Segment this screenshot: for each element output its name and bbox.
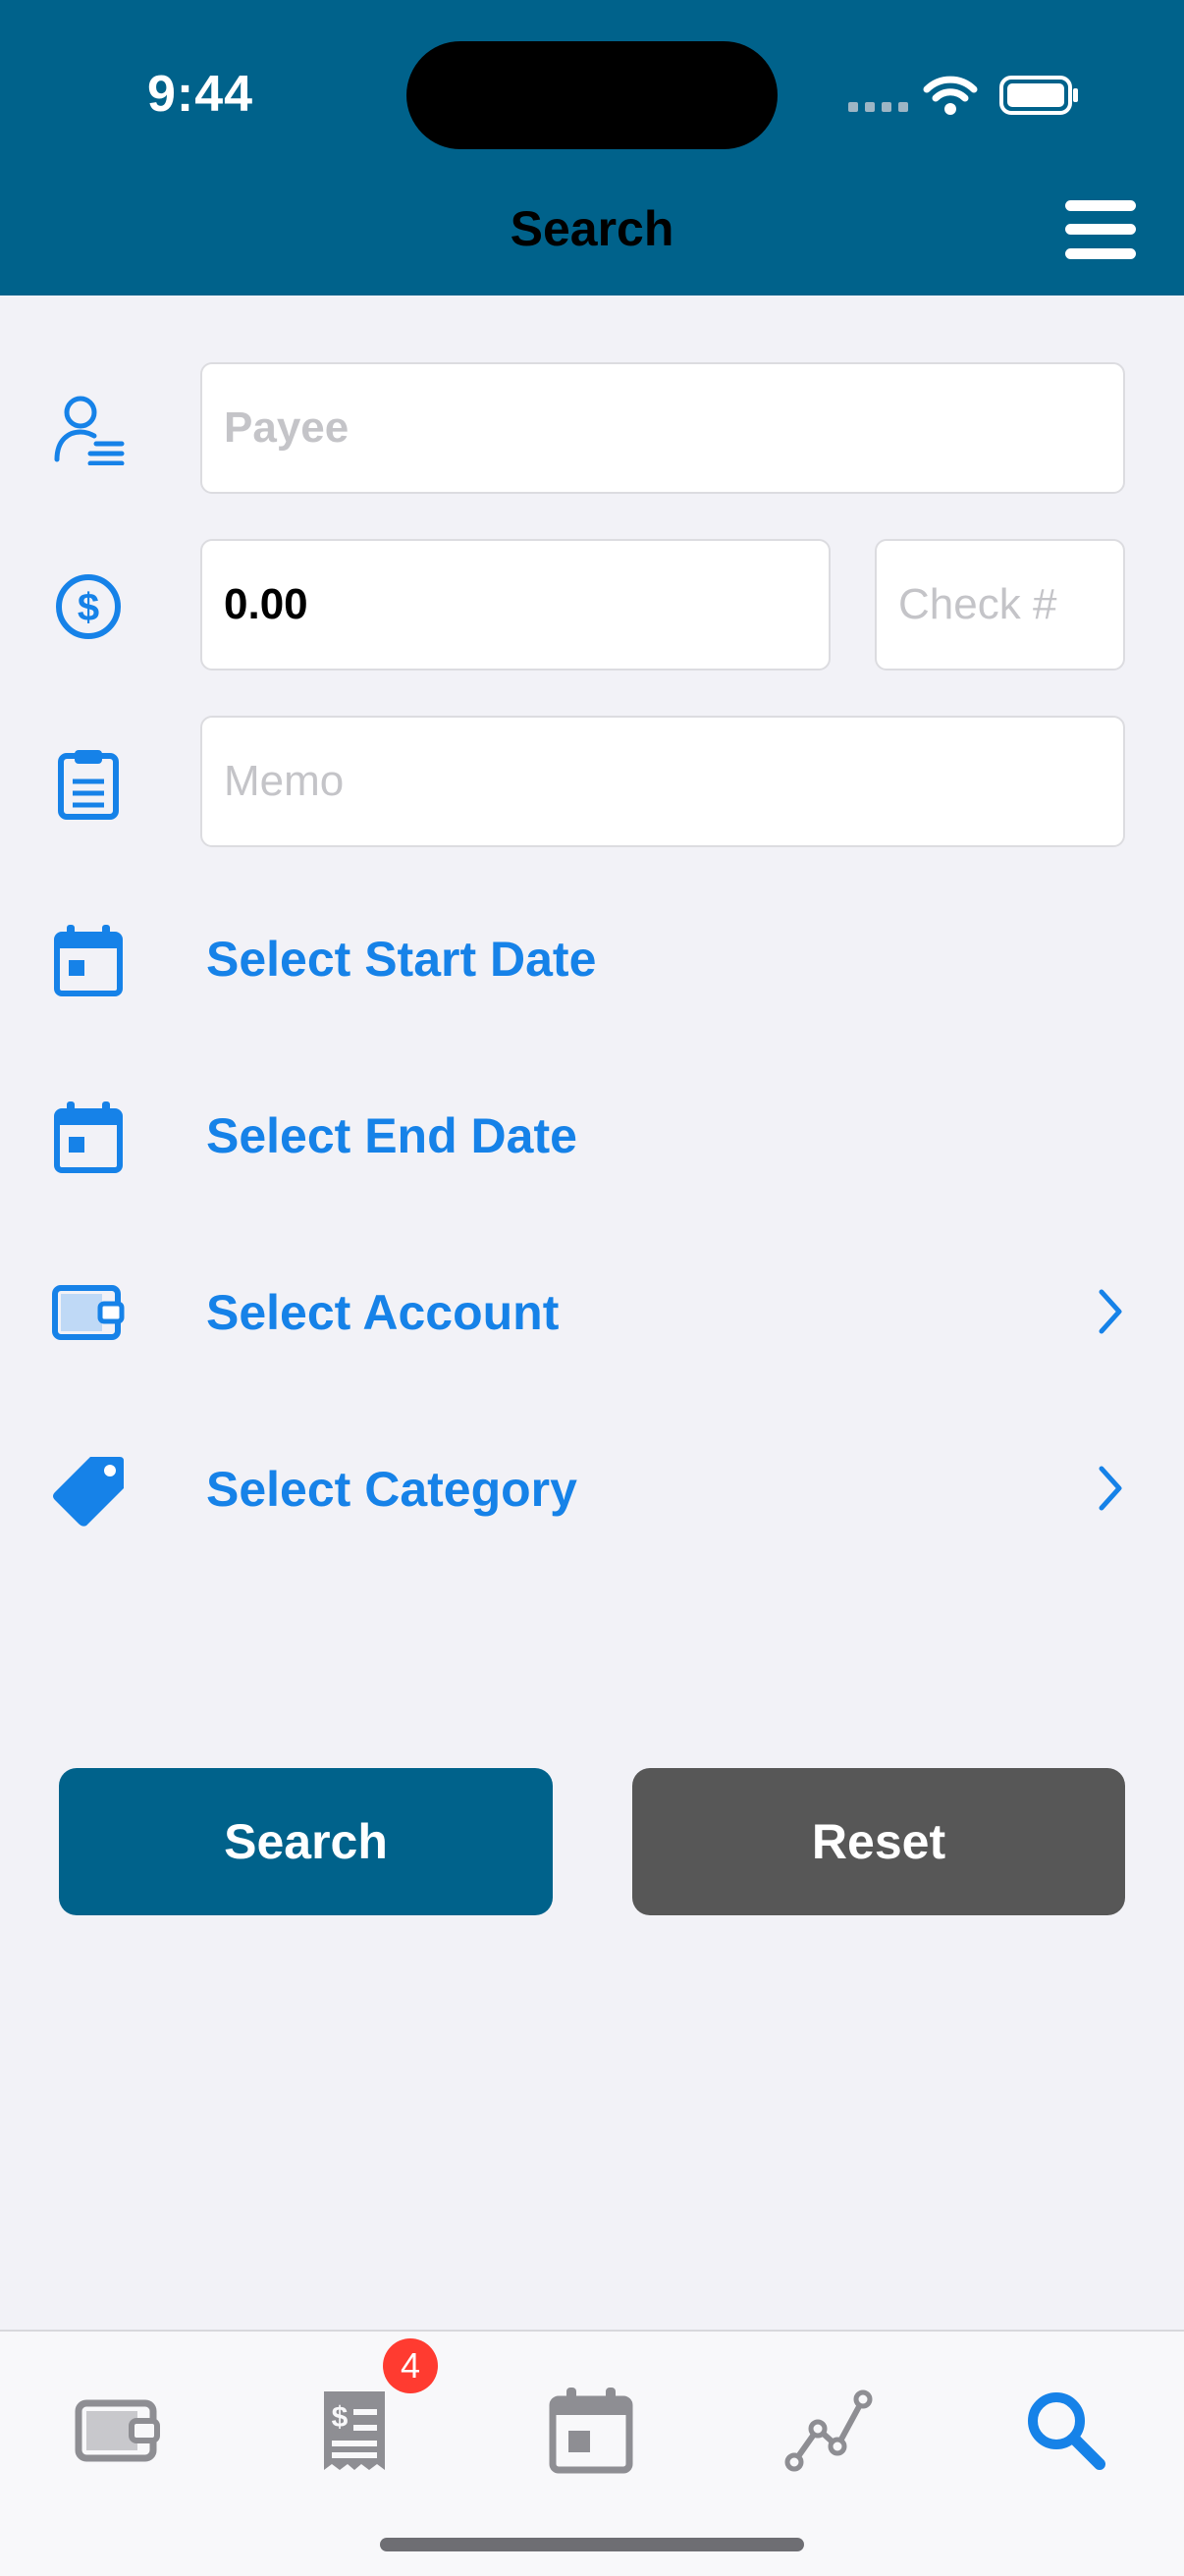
tab-calendar-icon[interactable]: [547, 2386, 635, 2474]
status-time: 9:44: [147, 66, 254, 123]
svg-text:$: $: [78, 586, 99, 629]
reset-button[interactable]: Reset: [632, 1768, 1125, 1915]
dynamic-island: [406, 41, 778, 149]
tab-chart-line-icon[interactable]: [784, 2386, 873, 2474]
select-account[interactable]: Select Account: [206, 1284, 559, 1341]
search-button[interactable]: Search: [59, 1768, 553, 1915]
select-start-date[interactable]: Select Start Date: [206, 931, 596, 988]
chevron-right-icon[interactable]: [1096, 1288, 1125, 1335]
memo-input[interactable]: Memo: [200, 716, 1125, 847]
wifi-icon: [923, 76, 978, 115]
tab-search-icon[interactable]: [1021, 2386, 1109, 2474]
tab-receipt-icon[interactable]: $: [310, 2386, 399, 2474]
wallet-icon: [52, 1285, 125, 1340]
home-indicator: [380, 2538, 804, 2551]
tag-icon: [53, 1457, 124, 1527]
calendar-start-icon: [54, 925, 123, 996]
chevron-right-icon[interactable]: [1096, 1465, 1125, 1512]
select-category[interactable]: Select Category: [206, 1461, 577, 1518]
clipboard-icon: [58, 750, 119, 820]
menu-icon[interactable]: [1065, 200, 1136, 259]
select-end-date[interactable]: Select End Date: [206, 1107, 577, 1164]
battery-icon: [999, 76, 1078, 115]
page-title: Search: [510, 201, 674, 256]
receipt-badge: 4: [383, 2338, 438, 2393]
payee-input[interactable]: Payee: [200, 362, 1125, 494]
dollar-circle-icon: $: [56, 574, 121, 639]
svg-text:$: $: [332, 2401, 349, 2434]
check-number-input[interactable]: Check #: [875, 539, 1125, 671]
tab-wallet-icon[interactable]: [73, 2386, 161, 2474]
payee-icon: [54, 396, 125, 465]
amount-input[interactable]: 0.00: [200, 539, 831, 671]
calendar-end-icon: [54, 1101, 123, 1173]
cellular-signal-icon: [848, 102, 909, 114]
